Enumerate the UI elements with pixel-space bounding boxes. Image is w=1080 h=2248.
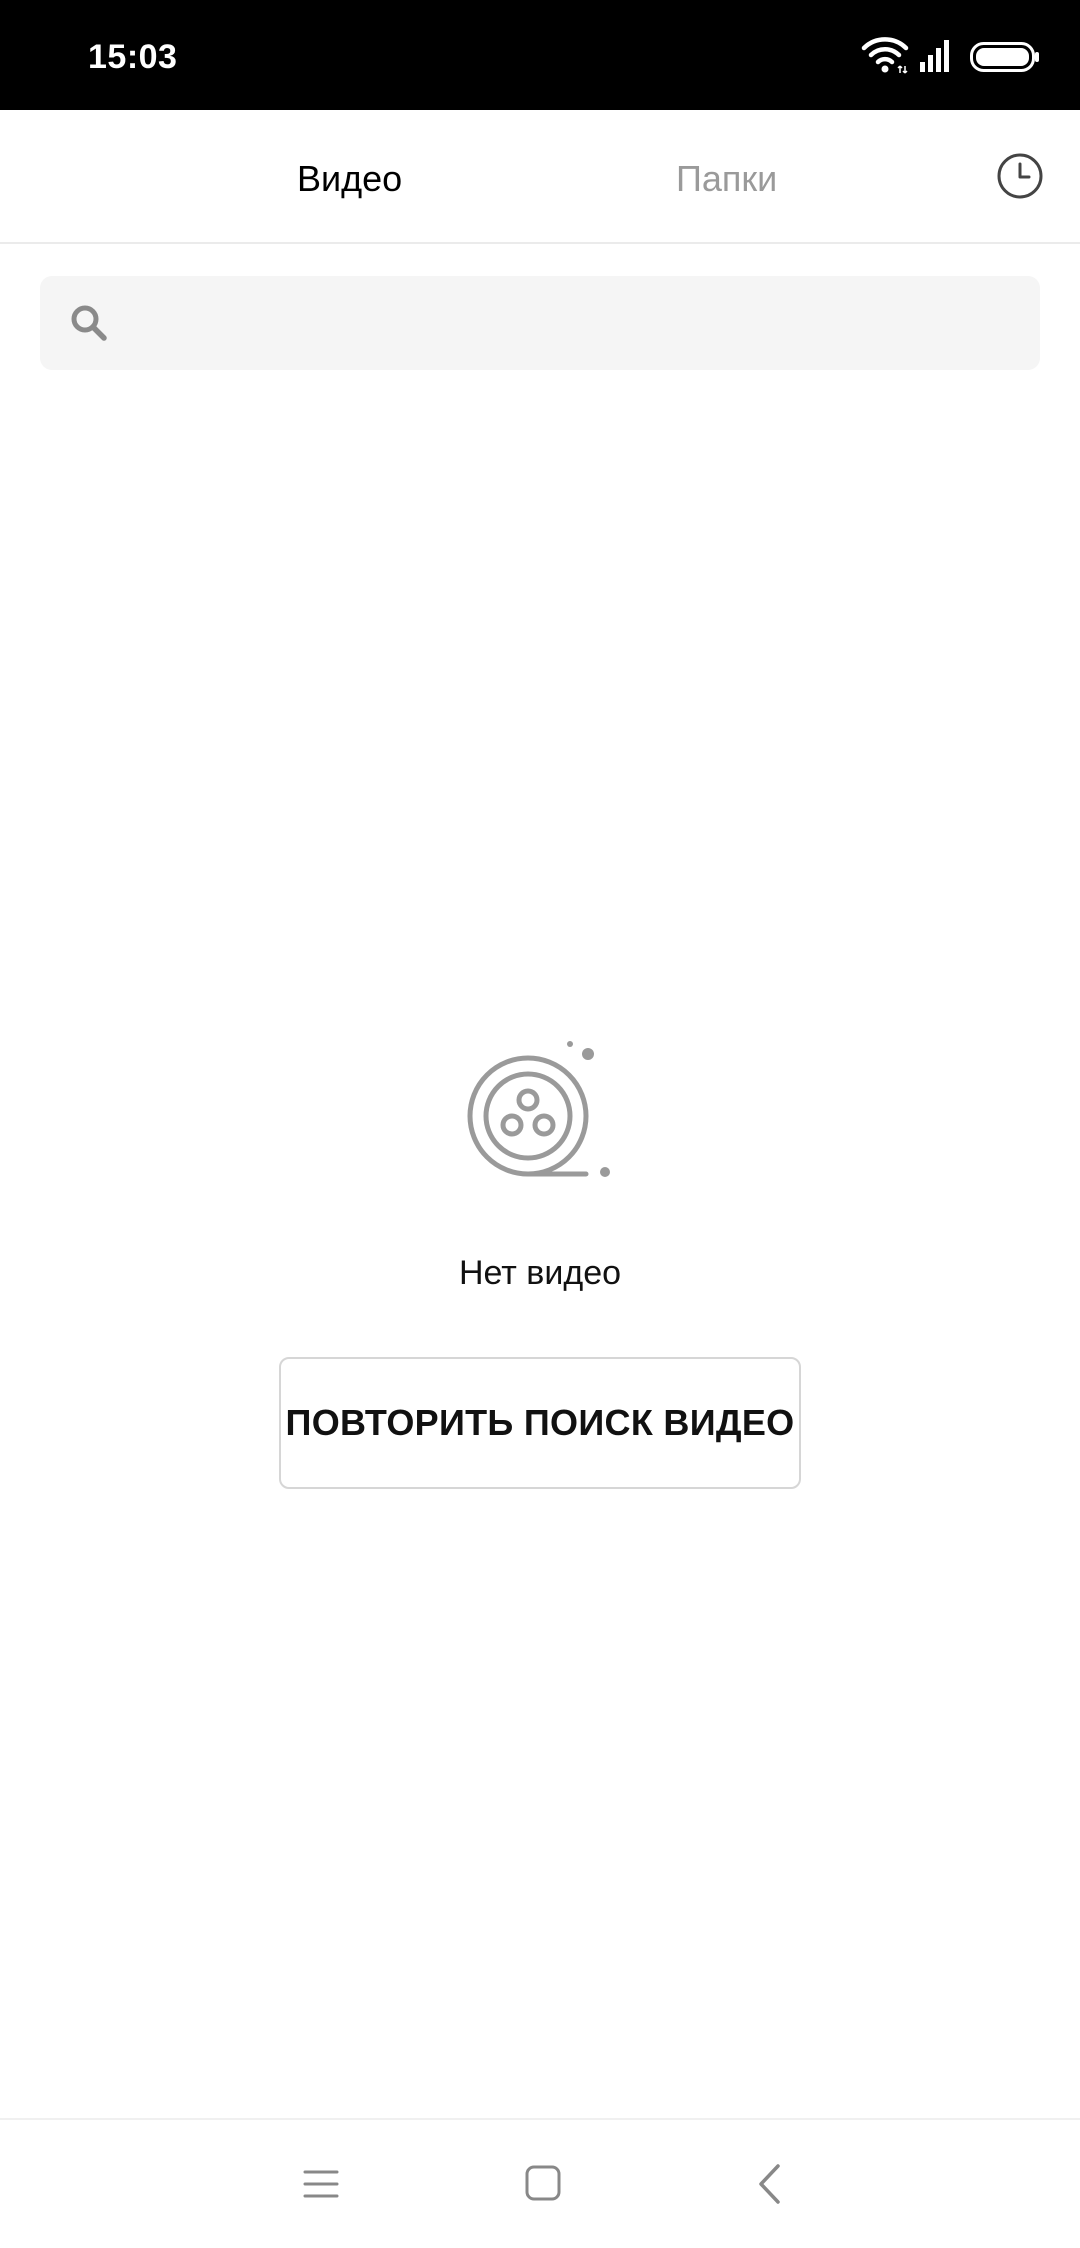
search-input[interactable] (40, 276, 1040, 370)
header: Видео Папки (0, 110, 1080, 244)
empty-message: Нет видео (458, 1254, 622, 1292)
menu-icon[interactable] (303, 2166, 339, 2202)
battery-icon (970, 42, 1039, 72)
home-icon[interactable] (524, 2164, 562, 2202)
film-reel-icon (467, 1041, 610, 1177)
screen: 15:03 Видео Папки Нет видео ПОВТОРИТЬ ПО… (0, 0, 1080, 2248)
search-icon (71, 305, 107, 341)
status-time: 15:03 (88, 38, 178, 76)
rescan-videos-button[interactable]: ПОВТОРИТЬ ПОИСК ВИДЕО (279, 1357, 801, 1489)
back-icon[interactable] (756, 2162, 782, 2206)
wifi-icon (861, 37, 909, 74)
tab-folders[interactable]: Папки (676, 158, 777, 200)
navigation-bar (0, 2118, 1080, 2248)
tab-video[interactable]: Видео (297, 158, 402, 200)
status-bar: 15:03 (0, 0, 1080, 110)
signal-icon (920, 40, 949, 72)
clock-icon[interactable] (996, 152, 1044, 200)
